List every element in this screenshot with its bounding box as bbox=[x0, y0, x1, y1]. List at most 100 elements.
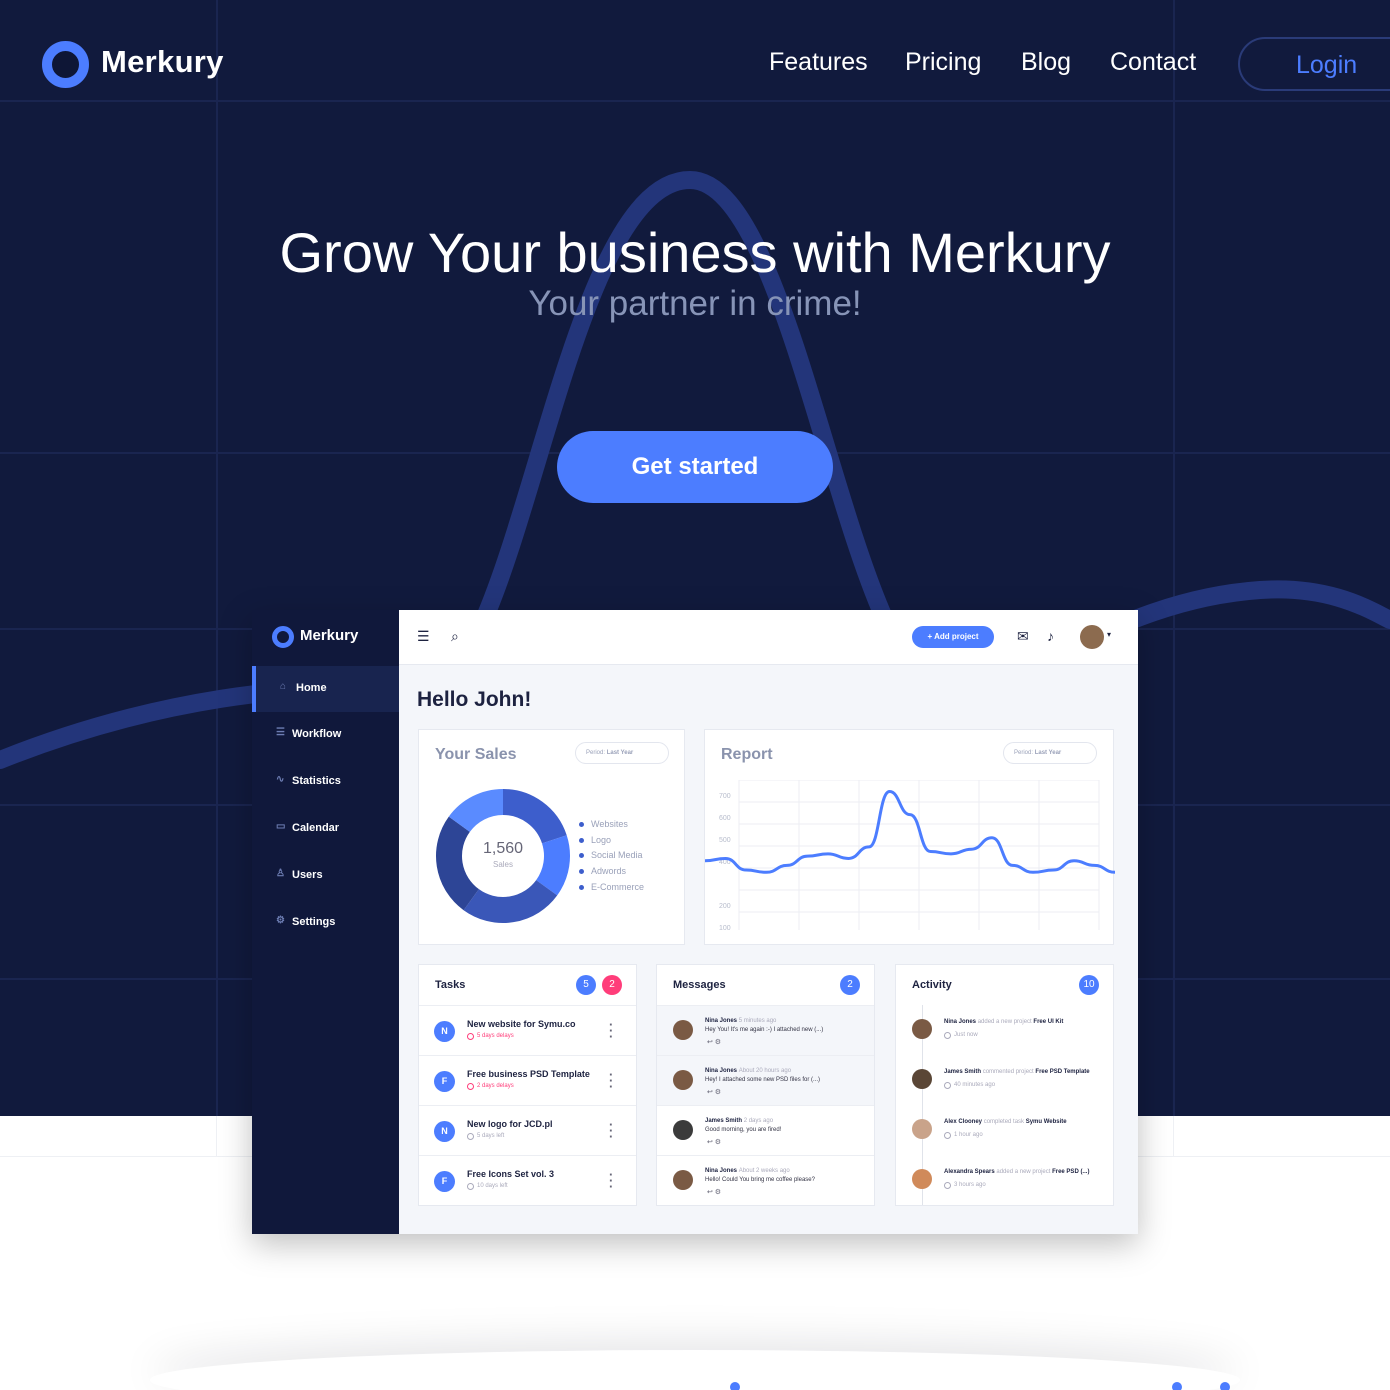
tasks-card: Tasks 5 2 N New website for Symu.co 5 days… bbox=[418, 964, 637, 1206]
activity-row[interactable]: James Smith commented project Free PSD T… bbox=[896, 1055, 1113, 1105]
card-title: Messages bbox=[673, 979, 726, 991]
clock-icon bbox=[944, 1132, 951, 1139]
task-row[interactable]: F Free Icons Set vol. 3 10 days left · · · bbox=[419, 1155, 636, 1205]
legend-item: Adwords bbox=[578, 866, 627, 876]
clock-icon bbox=[467, 1033, 474, 1040]
message-sender: Nina Jones About 2 weeks ago bbox=[705, 1168, 790, 1174]
legend-item: Websites bbox=[579, 819, 628, 829]
nav-link-blog[interactable]: Blog bbox=[1021, 48, 1071, 77]
message-row[interactable]: Nina Jones About 20 hours ago Hey! I atta… bbox=[657, 1055, 874, 1105]
calendar-icon: ▭ bbox=[276, 821, 286, 832]
message-row[interactable]: James Smith 2 days ago Good morning, you … bbox=[657, 1105, 874, 1155]
message-text: Hey You! It's me again :-) I attached ne… bbox=[705, 1027, 824, 1033]
more-options-icon[interactable]: · · · bbox=[609, 1018, 613, 1043]
activity-user: Nina Jones bbox=[944, 1019, 977, 1025]
task-avatar: F bbox=[434, 1071, 455, 1092]
activity-target: Free PSD (...) bbox=[1052, 1169, 1090, 1175]
message-sender: Nina Jones About 20 hours ago bbox=[705, 1068, 791, 1074]
hero-subtitle: Your partner in crime! bbox=[528, 284, 862, 323]
messages-count-badge: 2 bbox=[840, 975, 860, 995]
legend-item: Social Media bbox=[579, 850, 643, 860]
clock-icon bbox=[467, 1133, 474, 1140]
avatar[interactable] bbox=[1080, 625, 1104, 649]
task-title: New website for Symu.co bbox=[467, 1019, 576, 1029]
nav-link-contact[interactable]: Contact bbox=[1110, 48, 1196, 77]
search-icon[interactable]: ⌕ bbox=[451, 628, 459, 645]
more-options-icon[interactable]: · · · bbox=[609, 1068, 613, 1093]
tasks-overdue-badge: 2 bbox=[602, 975, 622, 995]
task-meta: 5 days delays bbox=[477, 1033, 514, 1039]
activity-target: Free UI Kit bbox=[1033, 1019, 1064, 1025]
nav-link-pricing[interactable]: Pricing bbox=[905, 48, 981, 77]
message-row[interactable]: Nina Jones About 2 weeks ago Hello! Could… bbox=[657, 1155, 874, 1205]
sidebar-item-home[interactable]: ⌂ Home bbox=[252, 666, 399, 712]
reply-icon[interactable]: ↩ ⚙ bbox=[707, 1088, 721, 1096]
task-title: Free Icons Set vol. 3 bbox=[467, 1169, 555, 1179]
period-label: Period: bbox=[1014, 750, 1034, 756]
mail-icon[interactable]: ✉ bbox=[1017, 628, 1029, 645]
sidebar-item-label: Calendar bbox=[292, 822, 340, 834]
tasks-count-badge: 5 bbox=[576, 975, 596, 995]
message-time: 2 days ago bbox=[743, 1118, 774, 1124]
sidebar-item-statistics[interactable]: ∿ Statistics bbox=[252, 759, 399, 805]
next-section-card bbox=[150, 1350, 1240, 1390]
task-row[interactable]: F Free business PSD Template 2 days delays… bbox=[419, 1055, 636, 1105]
sidebar-item-label: Users bbox=[292, 869, 323, 881]
sidebar-item-users[interactable]: ♙ Users bbox=[252, 853, 399, 899]
merkury-logo-icon[interactable] bbox=[42, 41, 89, 88]
chevron-down-icon[interactable]: ▾ bbox=[1107, 630, 1111, 639]
activity-time: 1 hour ago bbox=[954, 1132, 983, 1138]
activity-row[interactable]: Nina Jones added a new project Free UI K… bbox=[896, 1005, 1113, 1055]
message-time: About 20 hours ago bbox=[738, 1068, 792, 1074]
period-select[interactable]: Period: Last Year bbox=[575, 742, 669, 764]
sidebar-item-calendar[interactable]: ▭ Calendar bbox=[252, 806, 399, 852]
activity-time: 3 hours ago bbox=[954, 1182, 986, 1188]
activity-user: Alex Clooney bbox=[944, 1119, 983, 1125]
activity-action: completed task bbox=[983, 1119, 1025, 1125]
activity-text: Nina Jones added a new project Free UI K… bbox=[944, 1019, 1063, 1025]
period-select[interactable]: Period: Last Year bbox=[1003, 742, 1097, 764]
add-project-button[interactable]: + Add project bbox=[912, 626, 994, 648]
more-options-icon[interactable]: · · · bbox=[609, 1118, 613, 1143]
task-title: Free business PSD Template bbox=[467, 1069, 590, 1079]
sender-name: Nina Jones bbox=[705, 1018, 738, 1024]
decorative-dot bbox=[1172, 1382, 1182, 1390]
task-row[interactable]: N New logo for JCD.pl 5 days left · · · bbox=[419, 1105, 636, 1155]
reply-icon[interactable]: ↩ ⚙ bbox=[707, 1038, 721, 1046]
settings-icon: ⚙ bbox=[276, 915, 285, 926]
task-avatar: F bbox=[434, 1171, 455, 1192]
dashboard-preview: Merkury ⌂ Home ☰ Workflow ∿ Statistics ▭ Cal… bbox=[252, 610, 1138, 1234]
hero-title: Grow Your business with Merkury bbox=[279, 221, 1111, 284]
sidebar-item-label: Statistics bbox=[292, 775, 341, 787]
reply-icon[interactable]: ↩ ⚙ bbox=[707, 1138, 721, 1146]
activity-text: Alexandra Spears added a new project Fre… bbox=[944, 1169, 1089, 1175]
get-started-button[interactable]: Get started bbox=[557, 431, 833, 503]
brand-name[interactable]: Merkury bbox=[101, 44, 224, 80]
report-series-line bbox=[705, 790, 1115, 874]
task-row[interactable]: N New website for Symu.co 5 days delays · · · bbox=[419, 1005, 636, 1055]
login-button[interactable]: Login bbox=[1238, 37, 1390, 91]
report-card: Report Period: Last Year 700 600 500 400… bbox=[704, 729, 1115, 945]
message-text: Good morning, you are fired! bbox=[705, 1127, 782, 1133]
task-meta: 10 days left bbox=[477, 1183, 508, 1189]
activity-row[interactable]: Alex Clooney completed task Symu Website… bbox=[896, 1105, 1113, 1155]
reply-icon[interactable]: ↩ ⚙ bbox=[707, 1188, 721, 1196]
clock-icon bbox=[467, 1083, 474, 1090]
period-value: Last Year bbox=[1034, 750, 1062, 756]
menu-icon[interactable]: ☰ bbox=[417, 628, 430, 645]
more-options-icon[interactable]: · · · bbox=[609, 1168, 613, 1193]
donut-slice-logo bbox=[535, 835, 570, 896]
clock-icon bbox=[944, 1082, 951, 1089]
bell-icon[interactable]: ♪ bbox=[1047, 628, 1054, 644]
activity-action: added a new project bbox=[996, 1169, 1051, 1175]
activity-row[interactable]: Alexandra Spears added a new project Fre… bbox=[896, 1155, 1113, 1205]
message-text: Hello! Could You bring me coffee please? bbox=[705, 1177, 815, 1183]
message-row[interactable]: Nina Jones 5 minutes ago Hey You! It's me… bbox=[657, 1005, 874, 1055]
sidebar-item-settings[interactable]: ⚙ Settings bbox=[252, 900, 399, 946]
task-meta: 5 days left bbox=[477, 1133, 505, 1139]
message-sender: James Smith 2 days ago bbox=[705, 1118, 773, 1124]
sidebar-item-workflow[interactable]: ☰ Workflow bbox=[252, 712, 399, 758]
avatar bbox=[673, 1120, 693, 1140]
nav-link-features[interactable]: Features bbox=[769, 48, 868, 77]
sidebar-item-label: Settings bbox=[292, 916, 336, 928]
